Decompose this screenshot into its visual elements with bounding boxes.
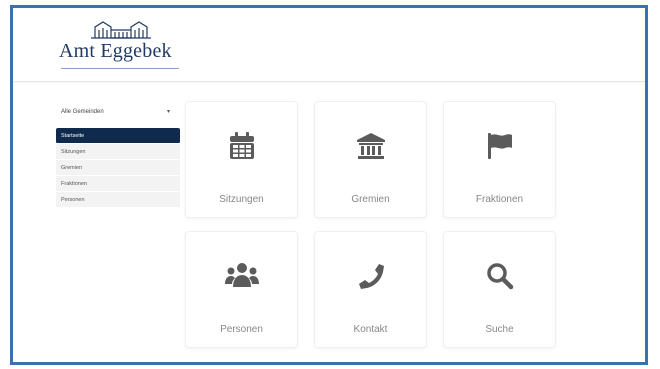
building-columns-icon	[356, 133, 385, 159]
site-header: Amt Eggebek	[13, 8, 645, 82]
tile-label: Sitzungen	[219, 194, 264, 205]
tile-sitzungen[interactable]: Sitzungen	[185, 101, 298, 218]
tile-label: Gremien	[351, 194, 390, 205]
users-icon	[224, 263, 259, 287]
tile-label: Fraktionen	[475, 194, 524, 205]
tile-label: Suche	[485, 324, 514, 335]
tile-label: Kontakt	[353, 324, 388, 335]
chevron-down-icon: ▾	[166, 109, 170, 115]
tile-personen[interactable]: Personen	[185, 231, 298, 348]
logo-building-icon	[91, 21, 151, 39]
gemeinde-select[interactable]: Alle Gemeinden ▾	[56, 104, 176, 120]
tile-gremien[interactable]: Gremien	[314, 101, 427, 218]
gemeinde-select-value: Alle Gemeinden	[61, 109, 104, 115]
search-icon	[486, 263, 513, 290]
sidebar-item-gremien[interactable]: Gremien	[56, 160, 180, 176]
flag-icon	[487, 133, 512, 159]
app-window: Amt Eggebek Alle Gemeinden ▾ Startseite …	[10, 5, 648, 365]
logo-underline	[61, 68, 179, 69]
logo-text: Amt Eggebek	[59, 40, 172, 62]
sidebar-nav: Startseite Sitzungen Gremien Fraktionen …	[56, 128, 180, 208]
site-logo[interactable]: Amt Eggebek	[59, 18, 199, 78]
sidebar-item-sitzungen[interactable]: Sitzungen	[56, 144, 180, 160]
sidebar-item-personen[interactable]: Personen	[56, 192, 180, 208]
phone-icon	[358, 264, 384, 289]
tile-label: Personen	[220, 324, 263, 335]
tile-fraktionen[interactable]: Fraktionen	[443, 101, 556, 218]
sidebar-item-startseite[interactable]: Startseite	[56, 128, 180, 144]
sidebar-item-fraktionen[interactable]: Fraktionen	[56, 176, 180, 192]
tile-kontakt[interactable]: Kontakt	[314, 231, 427, 348]
calendar-icon	[229, 132, 254, 159]
tile-suche[interactable]: Suche	[443, 231, 556, 348]
